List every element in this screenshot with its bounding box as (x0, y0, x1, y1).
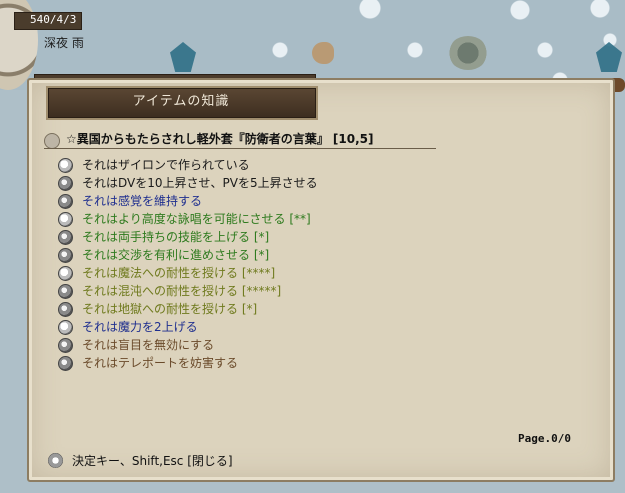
property-line: それは魔法への耐性を授ける [****] (58, 264, 318, 282)
page-indicator: Page.0/0 (518, 432, 571, 445)
orb-icon (58, 265, 73, 281)
stone-icon (58, 157, 73, 173)
property-line: それは地獄への耐性を授ける [*] (58, 300, 318, 318)
property-text: それは盲目を無効にする (82, 338, 215, 352)
eye-icon (58, 355, 73, 371)
property-line: それは感覚を維持する (58, 192, 318, 210)
property-line: それは混沌への耐性を授ける [*****] (58, 282, 318, 300)
scroll-icon (58, 247, 73, 263)
property-line: それはより高度な詠唱を可能にさせる [**] (58, 210, 318, 228)
property-text: それは両手持ちの技能を上げる [*] (82, 230, 270, 244)
armor-icon (58, 175, 73, 191)
divider (44, 148, 436, 149)
scroll-icon (58, 229, 73, 245)
date-display: 540/4/3 (30, 13, 77, 26)
scroll-icon (58, 211, 73, 227)
key-hint: 決定キー、Shift,Esc [閉じる] (72, 454, 233, 468)
property-line: それは魔力を2上げる (58, 318, 318, 336)
key-hint-icon (48, 453, 63, 468)
hand-icon (58, 319, 73, 335)
item-icon (44, 133, 60, 149)
property-text: それはDVを10上昇させ、PVを5上昇させる (82, 176, 318, 190)
property-text: それはザイロンで作られている (82, 158, 250, 172)
orb-icon (58, 301, 73, 317)
property-text: それはより高度な詠唱を可能にさせる [**] (82, 212, 311, 226)
property-text: それは魔法への耐性を授ける [****] (82, 266, 276, 280)
orb-icon (58, 283, 73, 299)
property-text: それは交渉を有利に進めさせる [*] (82, 248, 270, 262)
property-line: それはテレポートを妨害する (58, 354, 318, 372)
property-text: それは感覚を維持する (82, 194, 203, 208)
property-line: それは交渉を有利に進めさせる [*] (58, 246, 318, 264)
property-text: それはテレポートを妨害する (82, 356, 239, 370)
property-line: それは両手持ちの技能を上げる [*] (58, 228, 318, 246)
eye-icon (58, 337, 73, 353)
property-line: それは盲目を無効にする (58, 336, 318, 354)
window-title: アイテムの知識 (132, 94, 230, 109)
bush-icon (448, 36, 488, 70)
creature-icon (312, 42, 334, 64)
property-text: それは地獄への耐性を授ける [*] (82, 302, 258, 316)
lock-icon (58, 193, 73, 209)
property-line: それはDVを10上昇させ、PVを5上昇させる (58, 174, 318, 192)
property-text: それは魔力を2上げる (82, 320, 198, 334)
weather-display: 深夜 雨 (44, 36, 84, 50)
item-name: ☆異国からもたらされし軽外套『防衛者の言葉』 [10,5] (66, 132, 374, 146)
property-text: それは混沌への耐性を授ける [*****] (82, 284, 282, 298)
property-line: それはザイロンで作られている (58, 156, 318, 174)
item-properties-list: それはザイロンで作られているそれはDVを10上昇させ、PVを5上昇させる それは感… (58, 156, 318, 372)
